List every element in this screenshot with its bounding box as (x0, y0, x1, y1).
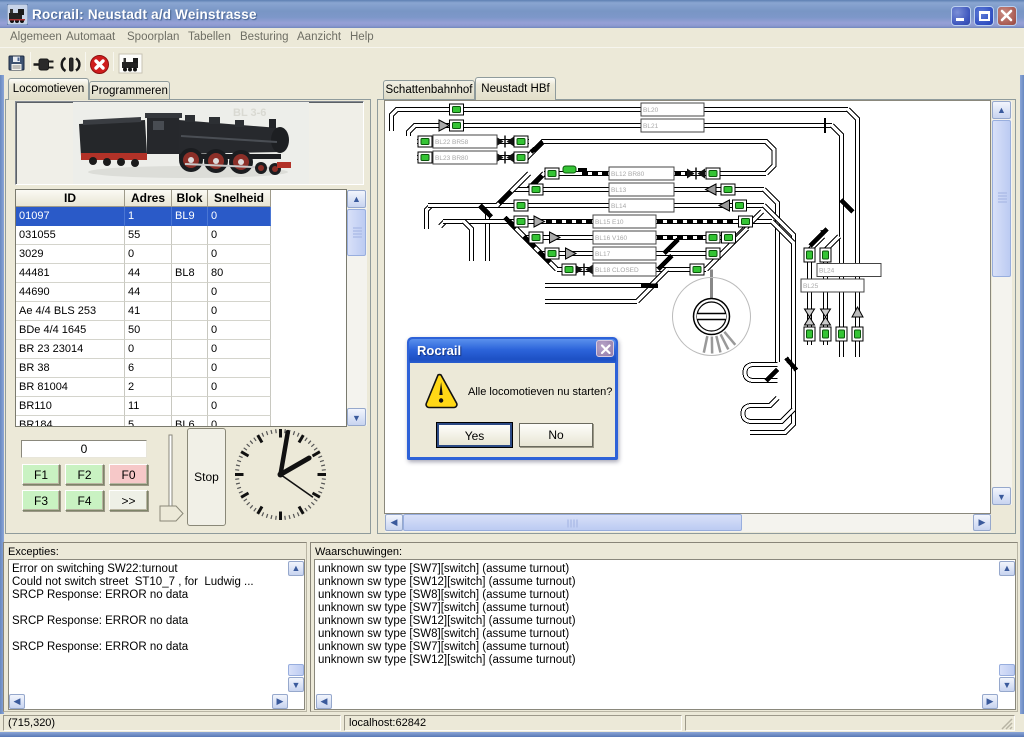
svg-text:BL18 CLOSED: BL18 CLOSED (595, 267, 639, 274)
svg-text:BL25: BL25 (803, 283, 819, 290)
svg-text:BL24: BL24 (819, 268, 835, 275)
svg-text:BL21: BL21 (643, 123, 659, 130)
svg-text:BL22 BR58: BL22 BR58 (435, 139, 469, 146)
svg-text:BL17: BL17 (595, 251, 611, 258)
svg-text:BL13: BL13 (611, 187, 627, 194)
svg-text:BL16 V160: BL16 V160 (595, 235, 628, 242)
svg-text:BL15 E10: BL15 E10 (595, 219, 624, 226)
svg-text:BL12 BR80: BL12 BR80 (611, 171, 645, 178)
svg-text:BL14: BL14 (611, 203, 627, 210)
svg-text:BL 3-6: BL 3-6 (233, 107, 266, 119)
svg-text:BL20: BL20 (643, 107, 659, 114)
svg-text:BL23 BR80: BL23 BR80 (435, 155, 469, 162)
